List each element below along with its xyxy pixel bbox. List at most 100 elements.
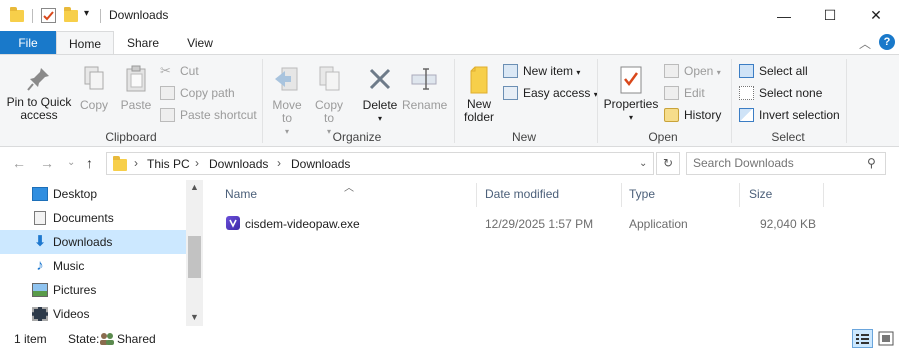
file-explorer-window: ▾ Downloads — ☐ ✕ File Home Share View ︿… (0, 0, 899, 353)
cut-label: Cut (180, 64, 199, 78)
breadcrumb-this-pc[interactable]: This PC (147, 157, 190, 171)
help-icon[interactable]: ? (879, 34, 895, 50)
address-bar[interactable]: › This PC › Downloads › Downloads ⌄ (106, 152, 654, 175)
desktop-icon (32, 187, 48, 201)
column-header-type[interactable]: Type (629, 187, 655, 201)
scroll-up-icon[interactable]: ▲ (190, 182, 199, 192)
divider (32, 9, 33, 23)
scissors-icon: ✂ (160, 63, 171, 78)
nav-item-music[interactable]: ♪ Music (0, 254, 186, 278)
new-folder-quick-access-icon[interactable] (64, 7, 78, 22)
nav-item-documents[interactable]: Documents (0, 206, 186, 230)
history-label: History (684, 108, 722, 122)
delete-button[interactable]: Delete ▾ (360, 65, 400, 125)
edit-button[interactable]: Edit (664, 84, 705, 102)
videos-icon (32, 307, 48, 321)
nav-item-videos[interactable]: Videos (0, 302, 186, 326)
copy-to-button[interactable]: Copy to ▾ (310, 65, 348, 138)
address-history-chevron-icon[interactable]: ⌄ (639, 158, 647, 169)
tab-file[interactable]: File (0, 31, 56, 55)
nav-item-label: Pictures (53, 283, 97, 297)
history-icon (664, 108, 679, 122)
cut-button[interactable]: ✂ Cut (160, 62, 199, 80)
paste-label: Paste (120, 98, 152, 112)
nav-item-downloads[interactable]: ⬇ Downloads (0, 230, 186, 254)
breadcrumb-downloads-current[interactable]: Downloads (291, 157, 350, 171)
refresh-icon: ↻ (662, 156, 674, 170)
open-button[interactable]: Open ▾ (664, 62, 721, 80)
table-row[interactable]: cisdem-videopaw.exe 12/29/2025 1:57 PM A… (210, 210, 825, 236)
open-group-label: Open (648, 130, 678, 144)
rename-icon (411, 68, 437, 90)
nav-item-desktop[interactable]: Desktop (0, 182, 186, 206)
recent-locations-chevron-icon[interactable]: ⌄ (67, 157, 75, 168)
easy-access-button[interactable]: Easy access ▾ (503, 84, 598, 102)
divider (100, 9, 101, 23)
column-divider[interactable] (823, 183, 824, 207)
group-divider (846, 59, 847, 143)
new-item-button[interactable]: New item ▾ (503, 62, 580, 80)
copy-to-icon (319, 66, 340, 91)
nav-item-pictures[interactable]: Pictures (0, 278, 186, 302)
column-divider[interactable] (621, 183, 622, 207)
back-arrow-icon[interactable]: ← (12, 155, 26, 171)
copy-path-button[interactable]: Copy path (160, 84, 235, 102)
tab-share[interactable]: Share (116, 31, 170, 55)
select-none-icon (739, 86, 754, 100)
breadcrumb-separator-icon[interactable]: › (277, 156, 281, 170)
select-group-label: Select (771, 130, 805, 144)
invert-selection-button[interactable]: Invert selection (739, 106, 840, 124)
file-list: ︿ Name Date modified Type Size cisdem-vi… (210, 180, 899, 326)
scroll-down-icon[interactable]: ▼ (190, 312, 199, 322)
select-all-button[interactable]: Select all (739, 62, 808, 80)
close-button[interactable]: ✕ (853, 0, 899, 31)
breadcrumb-downloads[interactable]: Downloads (209, 157, 268, 171)
scrollbar-thumb[interactable] (188, 236, 201, 278)
paste-shortcut-button[interactable]: Paste shortcut (160, 106, 257, 124)
properties-button[interactable]: Properties ▾ (602, 65, 660, 124)
move-to-button[interactable]: Move to ▾ (268, 65, 306, 138)
folder-icon (113, 156, 127, 171)
large-icons-view-icon[interactable] (877, 330, 895, 347)
folder-icon (10, 7, 24, 22)
column-header-name[interactable]: Name (225, 187, 257, 201)
nav-pane-scrollbar[interactable]: ▲ ▼ (186, 180, 203, 326)
select-none-button[interactable]: Select none (739, 84, 822, 102)
forward-arrow-icon[interactable]: → (40, 155, 54, 171)
item-count: 1 item (14, 332, 47, 346)
collapse-ribbon-chevron-icon[interactable]: ︿ (859, 35, 871, 52)
search-icon[interactable]: ⚲ (867, 156, 876, 170)
column-divider[interactable] (739, 183, 740, 207)
details-view-icon[interactable] (852, 329, 873, 348)
copy-icon (84, 66, 104, 90)
dropdown-arrow-icon: ▾ (377, 114, 382, 123)
customize-quick-access-chevron-icon[interactable]: ▾ (84, 8, 89, 19)
rename-button[interactable]: Rename (402, 65, 447, 112)
file-date-modified: 12/29/2025 1:57 PM (485, 217, 594, 231)
properties-quick-access-icon[interactable] (41, 8, 56, 23)
copy-path-label: Copy path (180, 86, 235, 100)
column-divider[interactable] (476, 183, 477, 207)
refresh-button[interactable]: ↻ (656, 152, 680, 175)
tab-home[interactable]: Home (56, 31, 114, 55)
new-folder-button[interactable]: New folder (458, 65, 500, 124)
select-all-icon (739, 64, 754, 78)
paste-shortcut-icon (160, 108, 175, 122)
copy-button[interactable]: Copy (76, 65, 112, 112)
column-header-date-modified[interactable]: Date modified (485, 187, 559, 201)
paste-shortcut-label: Paste shortcut (180, 108, 257, 122)
up-arrow-icon[interactable]: ↑ (86, 155, 93, 171)
breadcrumb-separator-icon[interactable]: › (134, 156, 138, 170)
search-box[interactable]: ⚲ (686, 152, 886, 175)
maximize-button[interactable]: ☐ (807, 0, 853, 31)
tab-view[interactable]: View (172, 31, 228, 55)
copy-to-label: Copy to (314, 98, 343, 125)
minimize-button[interactable]: — (761, 0, 807, 31)
breadcrumb-separator-icon[interactable]: › (195, 156, 199, 170)
search-input[interactable] (693, 156, 863, 170)
paste-button[interactable]: Paste (117, 65, 155, 112)
history-button[interactable]: History (664, 106, 721, 124)
pin-to-quick-access-button[interactable]: Pin to Quick access (4, 65, 74, 122)
group-divider (731, 59, 732, 143)
column-header-size[interactable]: Size (749, 187, 772, 201)
